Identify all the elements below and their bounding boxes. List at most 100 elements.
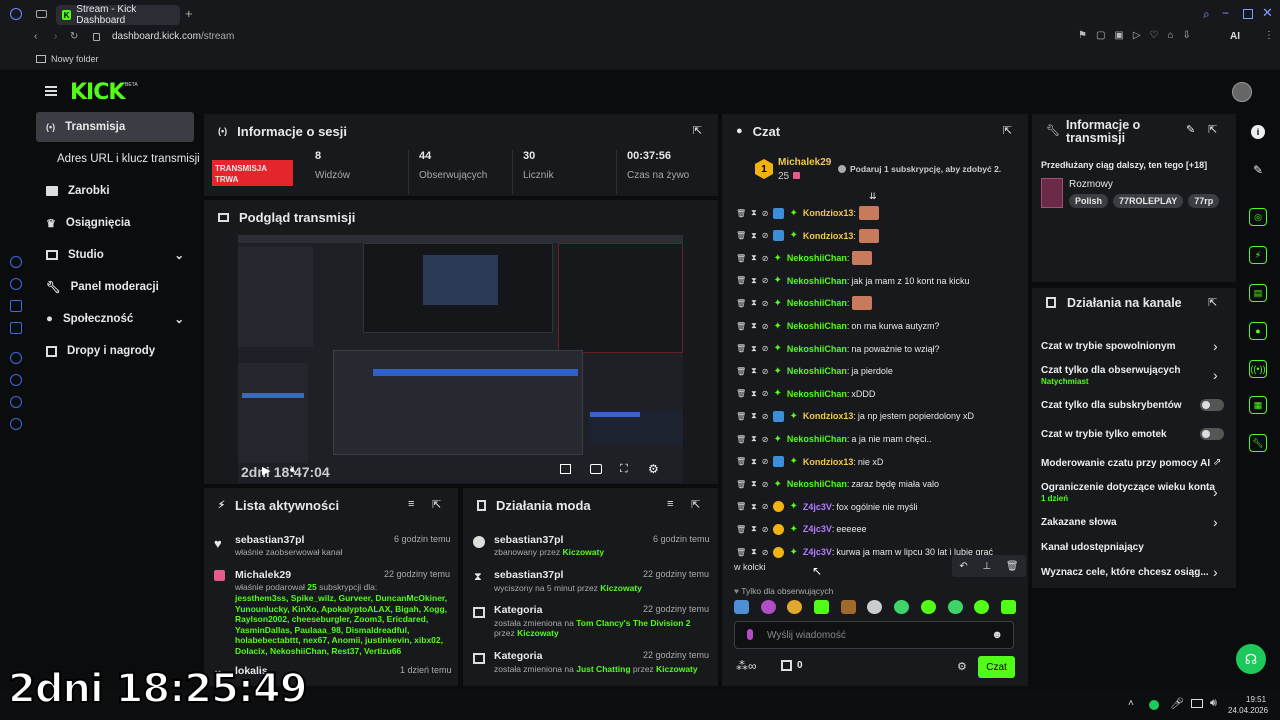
send-chat-button[interactable]: Czat bbox=[978, 656, 1015, 678]
timeout-icon[interactable]: ⧗ bbox=[751, 321, 757, 331]
mod-target[interactable]: sebastian37pl bbox=[494, 534, 563, 546]
gift-recipients[interactable]: jessthem3ss, Spike_wilz, Gurveer, Duncan… bbox=[235, 593, 447, 656]
chevron-right-icon[interactable]: › bbox=[1213, 484, 1218, 500]
chat-settings-icon[interactable]: ⚙ bbox=[957, 660, 967, 673]
trash-icon[interactable]: 🗑︎ bbox=[736, 525, 746, 534]
mute-icon[interactable]: 🔇︎ bbox=[290, 464, 297, 477]
popout-icon[interactable]: ⇱ bbox=[691, 498, 700, 511]
trash-icon[interactable]: 🗑︎ bbox=[736, 480, 746, 489]
ban-icon[interactable]: ⊘ bbox=[762, 548, 769, 557]
chat-message[interactable]: 🗑︎ ⧗ ⊘ ✦ NekoshiiChan: a ja nie mam chęci.. bbox=[736, 431, 1016, 447]
strip-icon[interactable] bbox=[10, 300, 22, 312]
sidebar-item-stream-key[interactable]: Adres URL i klucz transmisji bbox=[36, 144, 206, 174]
emote-icon[interactable] bbox=[734, 600, 749, 614]
edit-icon[interactable]: ✎ bbox=[1186, 123, 1195, 136]
play-icon[interactable]: ▶ bbox=[262, 464, 270, 477]
sidebar-item-osiagniecia[interactable]: ♛ Osiągnięcia bbox=[36, 208, 194, 238]
chevron-right-icon[interactable]: › bbox=[1213, 564, 1218, 580]
tag-chip[interactable]: Polish bbox=[1069, 194, 1109, 208]
popout-icon[interactable]: ⇱ bbox=[432, 498, 441, 511]
edit-button[interactable]: ✎ bbox=[1240, 155, 1276, 185]
ban-icon[interactable]: ⊘ bbox=[762, 412, 769, 421]
emote-icon[interactable] bbox=[894, 600, 910, 614]
channel-points-icon[interactable]: ⁂∞ bbox=[736, 659, 757, 673]
chat-message[interactable]: 🗑︎ ⧗ ⊘ ✦ NekoshiiChan: zaraz będę miała valo bbox=[736, 476, 1016, 492]
chat-username[interactable]: Z4jc3V bbox=[803, 524, 832, 534]
minimize-icon[interactable]: − bbox=[1222, 6, 1229, 20]
chat-message[interactable]: 🗑︎ ⧗ ⊘ ✦ NekoshiiChan: bbox=[736, 250, 1016, 266]
chat-username[interactable]: NekoshiiChan bbox=[787, 434, 847, 444]
trash-icon[interactable]: 🗑︎ bbox=[736, 276, 746, 285]
ban-icon[interactable]: ⊘ bbox=[762, 389, 769, 398]
chat-message[interactable]: 🗑︎ ⧗ ⊘ ✦ Kondziox13: bbox=[736, 228, 1016, 244]
strip-icon[interactable] bbox=[10, 418, 22, 430]
emote-icon[interactable] bbox=[840, 600, 856, 614]
trash-icon[interactable]: 🗑︎ bbox=[736, 322, 746, 331]
taskbar-time[interactable]: 19:51 bbox=[1246, 695, 1266, 704]
chat-username[interactable]: Kondziox13 bbox=[803, 411, 854, 421]
forward-icon[interactable]: › bbox=[54, 31, 57, 42]
search-icon[interactable]: ⌕ bbox=[1203, 7, 1210, 22]
strip-button[interactable]: ▦ bbox=[1240, 390, 1276, 420]
chat-message[interactable]: 🗑︎ ⧗ ⊘ ✦ Kondziox13: nie xD bbox=[736, 454, 1016, 470]
taskbar-date[interactable]: 24.04.2026 bbox=[1228, 706, 1268, 715]
popout-icon[interactable]: ⇱ bbox=[1208, 123, 1217, 136]
chat-username[interactable]: NekoshiiChan bbox=[787, 276, 847, 286]
emote-icon[interactable] bbox=[867, 600, 883, 614]
emoji-icon[interactable]: ☻ bbox=[991, 629, 1003, 641]
url-field[interactable]: dashboard.kick.com/stream bbox=[112, 31, 234, 42]
ban-icon[interactable]: ⊘ bbox=[762, 344, 769, 353]
emote-icon[interactable] bbox=[852, 251, 873, 266]
activity-user[interactable]: sebastian37pl bbox=[235, 534, 304, 546]
sidebar-item-panel-moderacji[interactable]: 🔧︎ Panel moderacji bbox=[36, 272, 194, 302]
ban-icon[interactable]: ⊘ bbox=[762, 276, 769, 285]
sidebar-item-transmisja[interactable]: (•) Transmisja bbox=[36, 112, 194, 142]
strip-icon[interactable] bbox=[10, 374, 22, 386]
tag-chip[interactable]: 77rp bbox=[1188, 194, 1220, 208]
trash-icon[interactable]: 🗑︎ bbox=[736, 209, 746, 218]
menu-icon[interactable]: ⋮ bbox=[1264, 30, 1274, 41]
chat-username[interactable]: NekoshiiChan bbox=[787, 253, 847, 263]
chat-message[interactable]: 🗑︎ ⧗ ⊘ ✦ Z4jc3V: fox ogólnie nie myśli bbox=[736, 499, 1016, 515]
emote-icon[interactable] bbox=[814, 600, 830, 614]
new-tab-icon[interactable]: + bbox=[185, 6, 193, 21]
chevron-right-icon[interactable]: › bbox=[1213, 367, 1218, 383]
ban-icon[interactable]: ⊘ bbox=[762, 502, 769, 511]
trash-icon[interactable]: 🗑︎ bbox=[736, 412, 746, 421]
chat-message[interactable]: 🗑︎ ⧗ ⊘ ✦ NekoshiiChan: ja pierdole bbox=[736, 363, 1016, 379]
action-sub-only[interactable]: Czat tylko dla subskrybentów bbox=[1041, 400, 1182, 411]
strip-button[interactable]: 🔧︎ bbox=[1240, 428, 1276, 458]
reload-icon[interactable]: ↻ bbox=[70, 31, 78, 42]
ban-icon[interactable]: ⊘ bbox=[762, 299, 769, 308]
sidebar-item-studio[interactable]: Studio ⌄ bbox=[36, 240, 194, 270]
timeout-icon[interactable]: ⧗ bbox=[751, 366, 757, 376]
ban-icon[interactable]: ⊘ bbox=[762, 322, 769, 331]
trash-icon[interactable]: 🗑︎ bbox=[736, 389, 746, 398]
sidebar-item-zarobki[interactable]: Zarobki bbox=[36, 176, 194, 206]
timeout-icon[interactable]: ⧗ bbox=[751, 253, 757, 263]
strip-icon[interactable] bbox=[10, 396, 22, 408]
volume-icon[interactable]: 🔊︎ bbox=[1210, 697, 1217, 710]
popout-icon[interactable]: ⇱ bbox=[1208, 296, 1217, 309]
trash-icon[interactable]: 🗑︎ bbox=[736, 344, 746, 353]
timeout-icon[interactable]: ⧗ bbox=[751, 344, 757, 354]
timeout-icon[interactable]: ⧗ bbox=[751, 547, 757, 557]
ban-icon[interactable]: ⊘ bbox=[762, 209, 769, 218]
maximize-icon[interactable] bbox=[1243, 9, 1253, 19]
action-slow-mode[interactable]: Czat w trybie spowolnionym bbox=[1041, 341, 1175, 352]
chat-username[interactable]: Kondziox13 bbox=[803, 208, 854, 218]
action-account-age[interactable]: Ograniczenie dotyczące wieku konta bbox=[1041, 482, 1215, 493]
ai-button[interactable]: AI bbox=[1230, 31, 1240, 42]
mod-by[interactable]: Kiczowaty bbox=[656, 664, 698, 674]
timeout-icon[interactable]: ⧗ bbox=[751, 524, 757, 534]
strip-button[interactable]: ● bbox=[1240, 316, 1276, 346]
strip-button[interactable]: ⚡︎ bbox=[1240, 240, 1276, 270]
stream-preview-video[interactable]: 2dni 18:47:04 ▶ 🔇︎ ⛶ ⚙ bbox=[238, 235, 683, 483]
action-banned-words[interactable]: Zakazane słowa bbox=[1041, 517, 1117, 528]
strip-icon[interactable] bbox=[10, 256, 22, 268]
theater-icon[interactable] bbox=[590, 464, 602, 474]
ban-icon[interactable]: ⊘ bbox=[762, 435, 769, 444]
chat-message[interactable]: 🗑︎ ⧗ ⊘ ✦ NekoshiiChan: jak ja mam z 10 kont n… bbox=[736, 273, 1016, 289]
browser-logo-icon[interactable] bbox=[10, 8, 22, 20]
chat-username[interactable]: Kondziox13 bbox=[803, 231, 854, 241]
